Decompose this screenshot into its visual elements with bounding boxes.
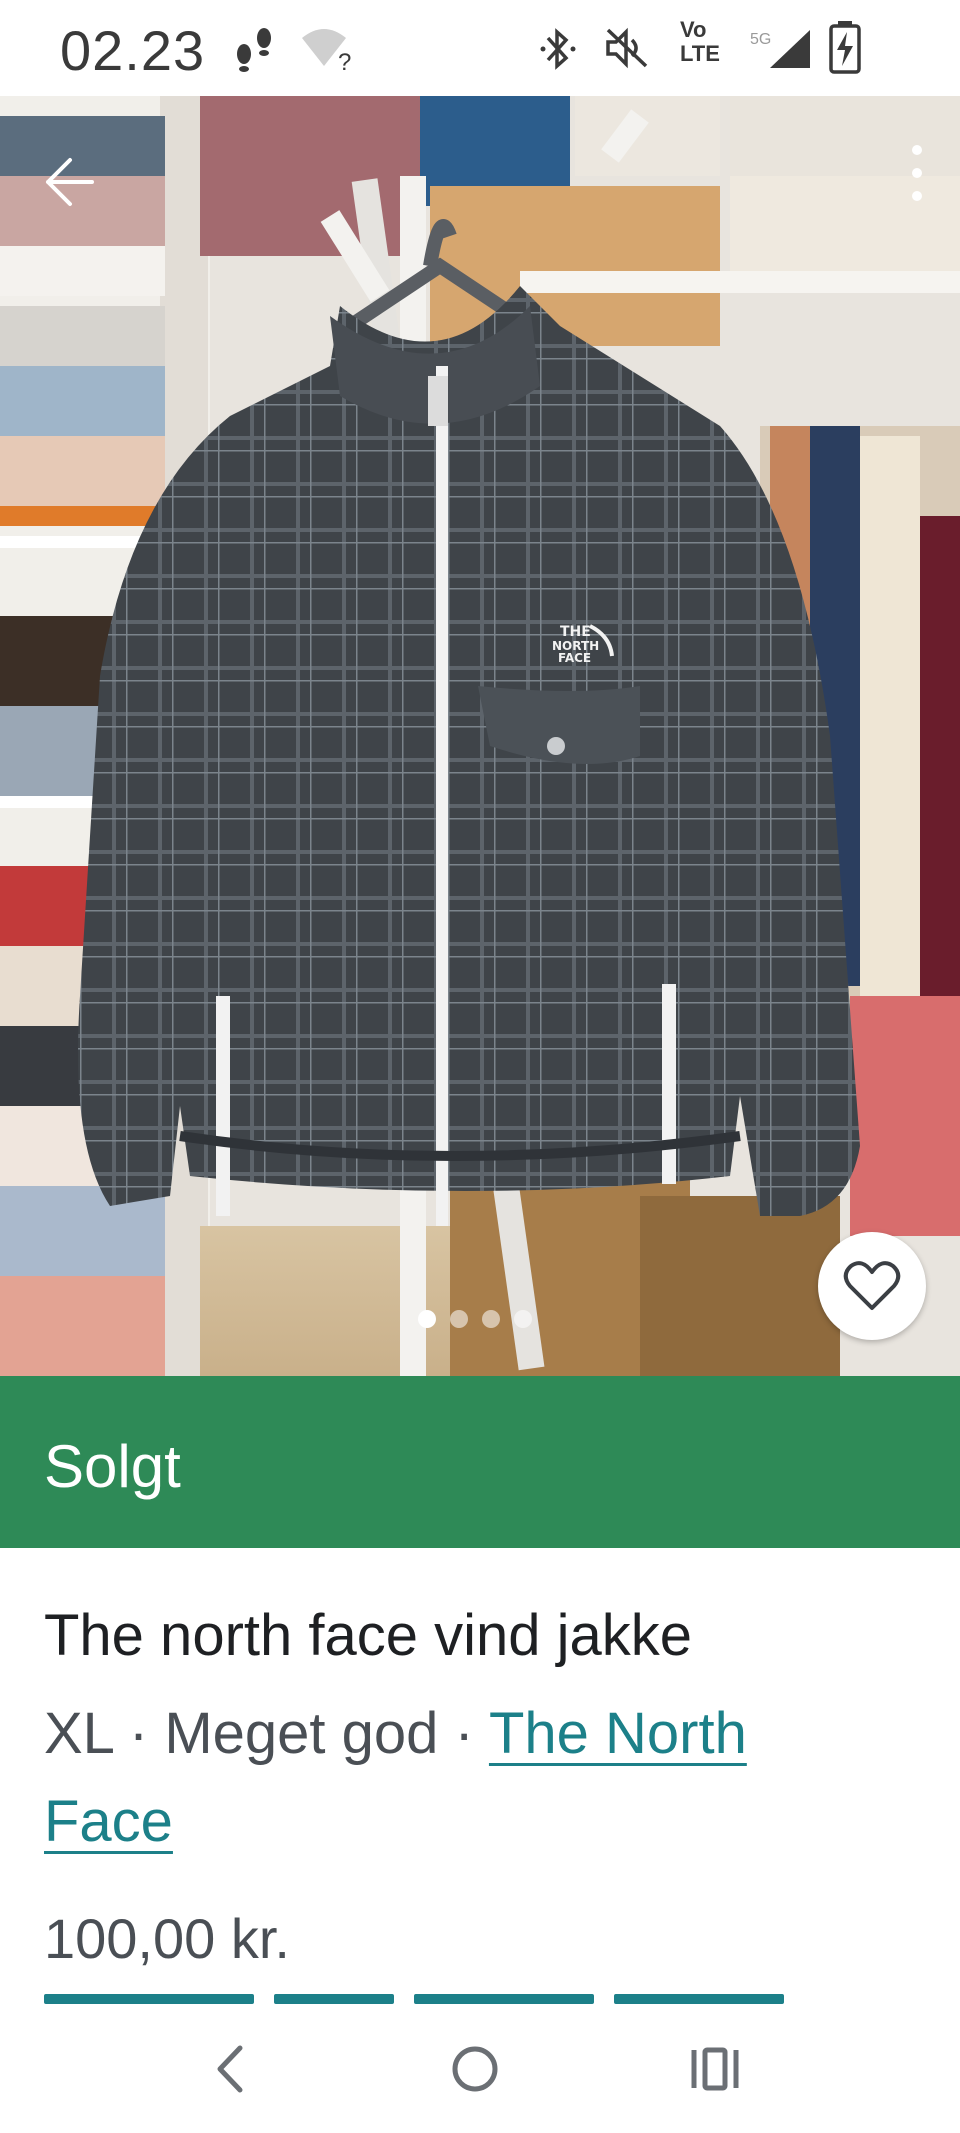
nav-home-icon[interactable] <box>440 2034 510 2104</box>
favorite-button[interactable] <box>818 1232 926 1340</box>
bluetooth-icon <box>540 28 576 70</box>
gallery-dot[interactable] <box>418 1310 436 1328</box>
volte-label-bottom: LTE <box>680 41 720 66</box>
heart-icon <box>843 1261 901 1310</box>
item-meta: XL · Meget god · The North Face <box>44 1690 884 1866</box>
mute-icon <box>606 27 648 69</box>
svg-text:5G: 5G <box>750 31 771 48</box>
nav-recents-icon[interactable] <box>680 2034 750 2104</box>
signal-5g-icon: 5G <box>750 30 810 68</box>
item-price: 100,00 kr. <box>44 1907 290 1970</box>
svg-text:FACE: FACE <box>558 651 591 665</box>
price-with-fee-link[interactable] <box>44 1990 784 2004</box>
sold-status-label: Solgt <box>44 1433 181 1500</box>
volte-label-top: Vo <box>680 17 707 42</box>
status-time: 02.23 <box>60 19 206 82</box>
item-size: XL <box>44 1701 113 1766</box>
meta-separator: · <box>438 1701 489 1766</box>
product-photo[interactable]: THE NORTH FACE <box>0 96 960 1376</box>
footsteps-icon <box>237 28 271 72</box>
nav-back-icon[interactable] <box>196 2034 266 2104</box>
jacket-photo-image: THE NORTH FACE <box>0 96 960 1376</box>
item-condition: Meget god <box>164 1701 439 1766</box>
sold-banner: Solgt <box>0 1376 960 1548</box>
status-bar: 02.23 ? Vo LTE 5G <box>0 0 960 96</box>
wifi-unknown-icon: ? <box>302 29 351 72</box>
more-options-icon[interactable] <box>902 140 932 206</box>
gallery-page-indicator <box>418 1310 532 1328</box>
gallery-dot[interactable] <box>450 1310 468 1328</box>
gallery-dot[interactable] <box>482 1310 500 1328</box>
svg-text:?: ? <box>338 49 351 72</box>
back-arrow-icon[interactable] <box>30 146 100 216</box>
svg-text:THE: THE <box>560 624 591 640</box>
battery-charging-icon <box>829 21 861 74</box>
meta-separator: · <box>112 1701 165 1766</box>
system-nav-bar <box>0 2004 960 2133</box>
volte-icon: Vo LTE <box>680 18 736 74</box>
gallery-dot[interactable] <box>514 1310 532 1328</box>
item-title: The north face vind jakke <box>44 1603 693 1668</box>
